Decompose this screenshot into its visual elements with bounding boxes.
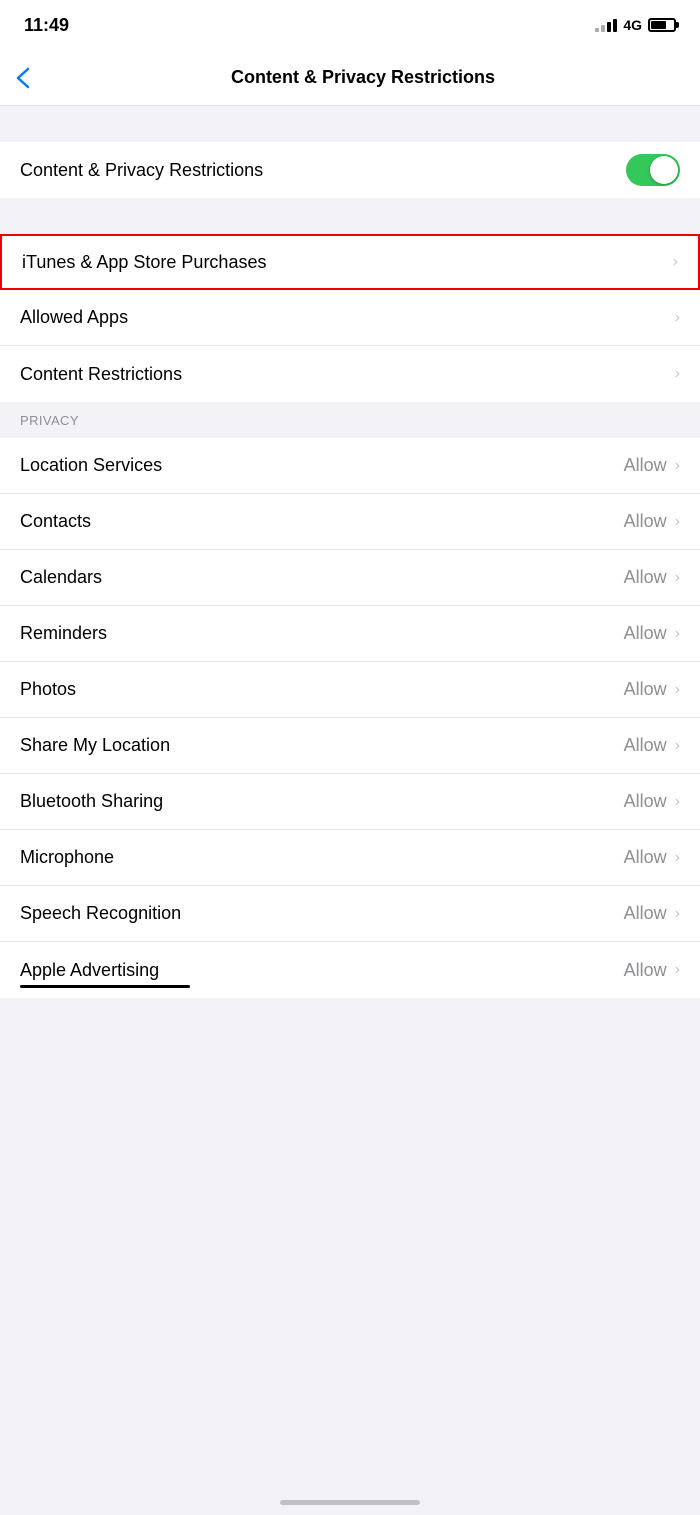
share-my-location-value: Allow [624, 735, 667, 756]
contacts-value: Allow [624, 511, 667, 532]
photos-label: Photos [20, 679, 76, 700]
back-button[interactable] [16, 67, 30, 89]
allowed-section-group: iTunes & App Store Purchases › Allowed A… [0, 234, 700, 402]
battery-fill [651, 21, 666, 29]
content-privacy-toggle-row[interactable]: Content & Privacy Restrictions [0, 142, 700, 198]
privacy-header-text: PRIVACY [20, 413, 79, 428]
calendars-value: Allow [624, 567, 667, 588]
contacts-label: Contacts [20, 511, 91, 532]
calendars-row[interactable]: Calendars Allow › [0, 550, 700, 606]
photos-row-right: Allow › [624, 679, 680, 700]
bluetooth-sharing-label: Bluetooth Sharing [20, 791, 163, 812]
location-row-right: Allow › [624, 455, 680, 476]
privacy-spacer: PRIVACY [0, 402, 700, 438]
signal-icon [595, 18, 617, 32]
share-my-location-label: Share My Location [20, 735, 170, 756]
main-toggle-group: Content & Privacy Restrictions [0, 142, 700, 198]
apple-advertising-row[interactable]: Apple Advertising Allow › [0, 942, 700, 998]
battery-icon [648, 18, 676, 32]
nav-bar: Content & Privacy Restrictions [0, 50, 700, 106]
allowed-apps-row-right: › [671, 309, 680, 327]
speech-recognition-row-right: Allow › [624, 903, 680, 924]
top-spacer [0, 106, 700, 142]
location-value: Allow [624, 455, 667, 476]
share-my-location-row[interactable]: Share My Location Allow › [0, 718, 700, 774]
content-privacy-toggle[interactable] [626, 154, 680, 186]
reminders-label: Reminders [20, 623, 107, 644]
photos-value: Allow [624, 679, 667, 700]
toggle-knob [650, 156, 678, 184]
itunes-purchases-row[interactable]: iTunes & App Store Purchases › [0, 234, 700, 290]
network-type: 4G [623, 17, 642, 33]
allowed-apps-chevron-icon: › [675, 309, 680, 327]
reminders-chevron-icon: › [675, 625, 680, 643]
privacy-section-group: Location Services Allow › Contacts Allow… [0, 438, 700, 998]
reminders-value: Allow [624, 623, 667, 644]
bluetooth-sharing-row-right: Allow › [624, 791, 680, 812]
status-time: 11:49 [24, 15, 69, 36]
content-restrictions-row[interactable]: Content Restrictions › [0, 346, 700, 402]
itunes-purchases-label: iTunes & App Store Purchases [22, 252, 266, 273]
location-services-row[interactable]: Location Services Allow › [0, 438, 700, 494]
itunes-chevron-icon: › [673, 253, 678, 271]
apple-advertising-label: Apple Advertising [20, 960, 159, 981]
text-underline [20, 985, 190, 988]
content-restrictions-row-right: › [671, 365, 680, 383]
home-indicator [280, 1500, 420, 1505]
content-restrictions-chevron-icon: › [675, 365, 680, 383]
bluetooth-sharing-row[interactable]: Bluetooth Sharing Allow › [0, 774, 700, 830]
apple-advertising-value: Allow [624, 960, 667, 981]
microphone-row-right: Allow › [624, 847, 680, 868]
contacts-row-right: Allow › [624, 511, 680, 532]
spacer-1 [0, 198, 700, 234]
apple-advertising-chevron-icon: › [675, 961, 680, 979]
bluetooth-sharing-value: Allow [624, 791, 667, 812]
apple-advertising-row-right: Allow › [624, 960, 680, 981]
content-restrictions-label: Content Restrictions [20, 364, 182, 385]
location-services-label: Location Services [20, 455, 162, 476]
reminders-row[interactable]: Reminders Allow › [0, 606, 700, 662]
reminders-row-right: Allow › [624, 623, 680, 644]
status-icons: 4G [595, 17, 676, 33]
photos-chevron-icon: › [675, 681, 680, 699]
contacts-chevron-icon: › [675, 513, 680, 531]
allowed-apps-row[interactable]: Allowed Apps › [0, 290, 700, 346]
speech-recognition-row[interactable]: Speech Recognition Allow › [0, 886, 700, 942]
share-my-location-chevron-icon: › [675, 737, 680, 755]
microphone-label: Microphone [20, 847, 114, 868]
calendars-label: Calendars [20, 567, 102, 588]
allowed-apps-label: Allowed Apps [20, 307, 128, 328]
page-title: Content & Privacy Restrictions [42, 67, 684, 88]
contacts-row[interactable]: Contacts Allow › [0, 494, 700, 550]
speech-recognition-label: Speech Recognition [20, 903, 181, 924]
content-privacy-label: Content & Privacy Restrictions [20, 160, 263, 181]
microphone-row[interactable]: Microphone Allow › [0, 830, 700, 886]
calendars-chevron-icon: › [675, 569, 680, 587]
share-my-location-row-right: Allow › [624, 735, 680, 756]
status-bar: 11:49 4G [0, 0, 700, 50]
calendars-row-right: Allow › [624, 567, 680, 588]
bluetooth-sharing-chevron-icon: › [675, 793, 680, 811]
itunes-row-right: › [669, 253, 678, 271]
microphone-chevron-icon: › [675, 849, 680, 867]
microphone-value: Allow [624, 847, 667, 868]
speech-recognition-value: Allow [624, 903, 667, 924]
speech-recognition-chevron-icon: › [675, 905, 680, 923]
photos-row[interactable]: Photos Allow › [0, 662, 700, 718]
privacy-section-header: PRIVACY [0, 402, 700, 436]
location-chevron-icon: › [675, 457, 680, 475]
